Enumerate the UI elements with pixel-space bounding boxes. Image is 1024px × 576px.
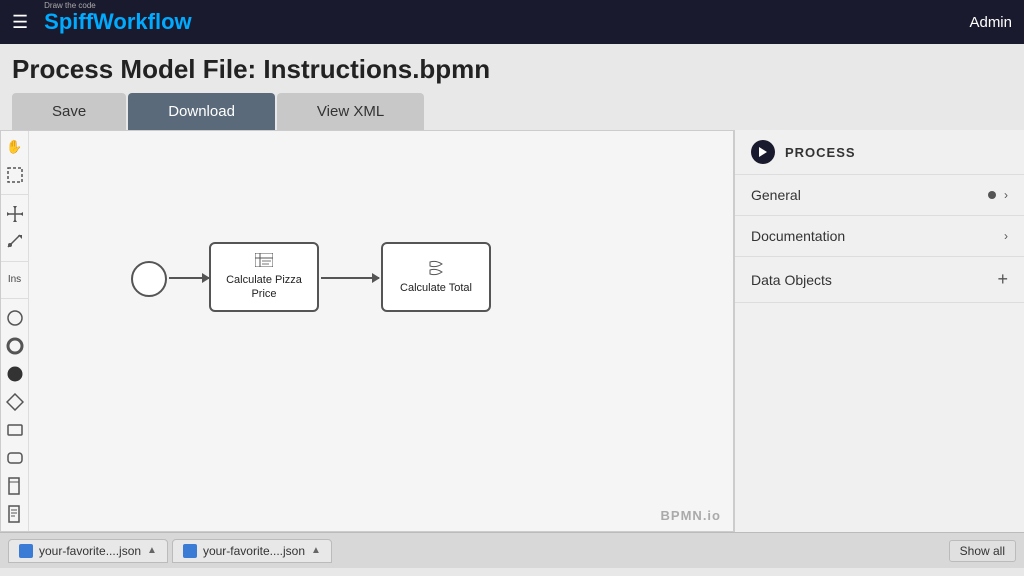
page-title-bar: Process Model File: Instructions.bpmn — [0, 44, 1024, 93]
main-content: ✋ — [0, 130, 1024, 532]
tool-rect-rounded[interactable] — [4, 449, 26, 467]
data-objects-plus[interactable]: + — [997, 269, 1008, 290]
tool-connect[interactable] — [4, 233, 26, 251]
page-title: Process Model File: Instructions.bpmn — [12, 54, 1012, 85]
task1-label: Calculate Pizza Price — [226, 273, 302, 302]
left-toolbar: ✋ — [1, 131, 29, 531]
bottom-tab-2-chevron: ▲ — [311, 545, 321, 556]
admin-label: Admin — [969, 14, 1012, 31]
panel-section-documentation[interactable]: Documentation › — [735, 216, 1024, 257]
general-chevron: › — [1004, 188, 1008, 202]
logo-wrapper: Draw the code SpiffWorkflow — [44, 9, 191, 35]
toolbar-separator-1 — [1, 194, 28, 195]
tool-circle-empty[interactable] — [4, 309, 26, 327]
general-dot — [988, 191, 996, 199]
panel-play-icon — [751, 140, 775, 164]
panel-section-general-right: › — [988, 188, 1008, 202]
task2-label: Calculate Total — [400, 282, 472, 294]
panel-section-data-objects[interactable]: Data Objects + — [735, 257, 1024, 303]
toolbar-separator-3 — [1, 298, 28, 299]
bottom-tab-2-icon — [183, 544, 197, 558]
bpmn-arrow-1 — [169, 277, 209, 279]
tab-download[interactable]: Download — [128, 93, 275, 130]
panel-header: PROCESS — [735, 130, 1024, 175]
canvas-area: ✋ — [0, 130, 734, 532]
toolbar-separator-2 — [1, 261, 28, 262]
task2-icon — [428, 260, 444, 279]
bottom-tab-1[interactable]: your-favorite....json ▲ — [8, 539, 168, 563]
bottom-tab-1-icon — [19, 544, 33, 558]
panel-section-label-data-objects: Data Objects — [751, 272, 832, 288]
bpmn-task-calculate-pizza-price[interactable]: Calculate Pizza Price — [209, 242, 319, 312]
bpmn-watermark: BPMN.io — [661, 508, 721, 523]
logo-area: ☰ Draw the code SpiffWorkflow — [12, 9, 192, 35]
logo-tagline: Draw the code — [44, 1, 96, 10]
tab-bar: Save Download View XML — [0, 93, 1024, 130]
tab-save[interactable]: Save — [12, 93, 126, 130]
tool-doc[interactable] — [4, 505, 26, 523]
panel-section-label-documentation: Documentation — [751, 228, 845, 244]
logo-text: SpiffWorkflow — [44, 9, 191, 35]
top-nav: ☰ Draw the code SpiffWorkflow Admin — [0, 0, 1024, 44]
diagram-canvas: Calculate Pizza Price Calculate Total BP… — [31, 131, 733, 531]
panel-section-documentation-right: › — [1004, 229, 1008, 243]
bottom-bar: your-favorite....json ▲ your-favorite...… — [0, 532, 1024, 568]
tab-viewxml[interactable]: View XML — [277, 93, 424, 130]
tool-ins[interactable]: Ins — [4, 271, 26, 288]
logo-prefix: S — [44, 9, 59, 34]
bottom-tab-1-chevron: ▲ — [147, 545, 157, 556]
task1-icon — [255, 253, 273, 270]
panel-title: PROCESS — [785, 145, 856, 160]
panel-section-label-general: General — [751, 187, 801, 203]
bpmn-arrow-2 — [321, 277, 379, 279]
bpmn-start-event[interactable] — [131, 261, 167, 297]
hamburger-icon[interactable]: ☰ — [12, 12, 28, 33]
tool-move[interactable] — [4, 205, 26, 223]
bottom-tab-1-label: your-favorite....json — [39, 544, 141, 558]
bottom-tab-2-label: your-favorite....json — [203, 544, 305, 558]
tool-select[interactable] — [4, 166, 26, 184]
bpmn-task-calculate-total[interactable]: Calculate Total — [381, 242, 491, 312]
panel-section-general[interactable]: General › — [735, 175, 1024, 216]
tool-diamond[interactable] — [4, 393, 26, 411]
tool-hand[interactable]: ✋ — [4, 139, 26, 156]
bottom-tabs: your-favorite....json ▲ your-favorite...… — [8, 539, 332, 563]
tool-circle-thick[interactable] — [4, 365, 26, 383]
documentation-chevron: › — [1004, 229, 1008, 243]
tool-page[interactable] — [4, 477, 26, 495]
tool-circle-ring[interactable] — [4, 337, 26, 355]
tool-rect[interactable] — [4, 421, 26, 439]
panel-section-data-objects-right: + — [997, 269, 1008, 290]
right-panel: PROCESS General › Documentation › Data O… — [734, 130, 1024, 532]
show-all-button[interactable]: Show all — [949, 540, 1016, 562]
bottom-tab-2[interactable]: your-favorite....json ▲ — [172, 539, 332, 563]
